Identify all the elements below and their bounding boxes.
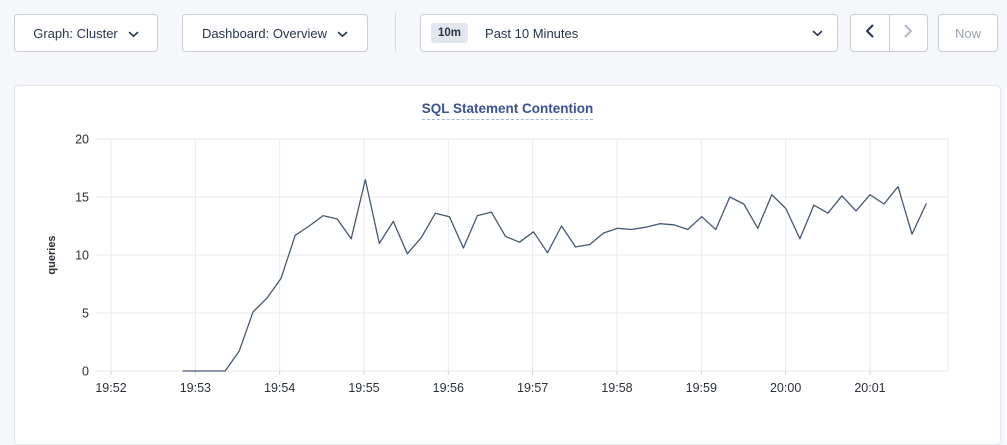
time-range-picker[interactable]: 10m Past 10 Minutes xyxy=(420,14,838,52)
x-tick-label: 19:55 xyxy=(348,381,379,395)
contention-chart-svg[interactable]: 0 5 10 15 20 19:52 19:53 19:54 19:55 19:56 19:57 19… xyxy=(15,86,1002,433)
dashboard-dropdown-label: Dashboard: Overview xyxy=(202,26,327,41)
time-nav-group xyxy=(850,14,928,52)
chart-title[interactable]: SQL Statement Contention xyxy=(422,101,594,120)
chart-card: SQL Statement Contention 0 5 10 15 20 19:52 19… xyxy=(14,85,1001,445)
x-tick-label: 19:52 xyxy=(95,381,126,395)
toolbar-divider xyxy=(395,13,396,52)
y-tick-label: 15 xyxy=(75,191,89,205)
time-nav-forward-button[interactable] xyxy=(889,15,928,51)
chevron-down-icon xyxy=(812,24,823,42)
x-tick-label: 19:53 xyxy=(180,381,211,395)
x-tick-label: 19:56 xyxy=(433,381,464,395)
x-tick-label: 19:59 xyxy=(686,381,717,395)
chevron-down-icon xyxy=(128,26,139,41)
chevron-down-icon xyxy=(337,26,348,41)
graph-dropdown-label: Graph: Cluster xyxy=(33,26,118,41)
x-tick-label: 20:01 xyxy=(854,381,885,395)
x-tick-label: 19:54 xyxy=(264,381,295,395)
gridlines xyxy=(96,139,948,375)
y-tick-label: 10 xyxy=(75,249,89,263)
x-tick-label: 19:57 xyxy=(517,381,548,395)
chevron-left-icon xyxy=(865,24,874,43)
y-tick-label: 0 xyxy=(82,365,89,379)
now-button[interactable]: Now xyxy=(938,14,998,52)
chevron-right-icon xyxy=(904,24,913,43)
y-axis-label: queries xyxy=(46,235,58,274)
time-range-label: Past 10 Minutes xyxy=(485,26,578,41)
x-tick-label: 20:00 xyxy=(770,381,801,395)
y-tick-label: 5 xyxy=(82,307,89,321)
graph-dropdown[interactable]: Graph: Cluster xyxy=(14,14,158,52)
series-line-queries xyxy=(183,180,926,371)
time-nav-back-button[interactable] xyxy=(851,15,889,51)
toolbar: Graph: Cluster Dashboard: Overview 10m P… xyxy=(0,0,1007,85)
dashboard-dropdown[interactable]: Dashboard: Overview xyxy=(182,14,368,52)
time-range-badge: 10m xyxy=(431,23,468,43)
y-tick-label: 20 xyxy=(75,133,89,147)
chart-title-wrap: SQL Statement Contention xyxy=(15,86,1000,120)
x-tick-label: 19:58 xyxy=(601,381,632,395)
axis-labels: 0 5 10 15 20 19:52 19:53 19:54 19:55 19:56 19:57 19… xyxy=(75,133,886,396)
